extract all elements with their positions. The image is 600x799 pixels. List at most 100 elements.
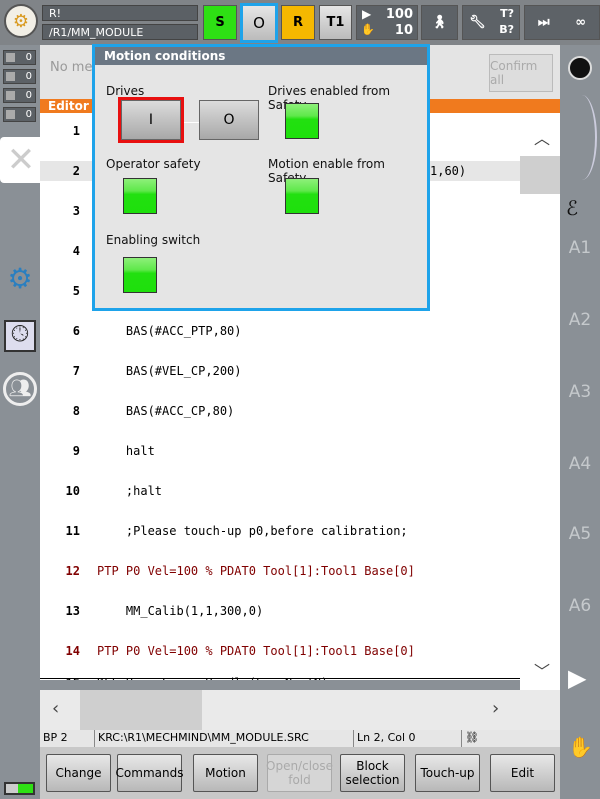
jog-axis-a1[interactable]: A1 <box>560 238 600 258</box>
play-icon: ▶ <box>362 7 372 21</box>
jog-coordinate-icon[interactable]: ℰ <box>566 196 578 220</box>
walking-person-icon: 🚶︎ <box>431 15 448 30</box>
start-play-icon[interactable]: ▶ <box>568 664 586 692</box>
tool-base-button[interactable]: 🔧︎ T? B? <box>462 5 520 40</box>
code-line[interactable]: 8 BAS(#ACC_CP,80) <box>40 401 520 421</box>
globe-icon[interactable] <box>568 56 592 80</box>
code-line[interactable]: 12 PTP P0 Vel=100 % PDAT0 Tool[1]:Tool1 B… <box>40 561 520 581</box>
line-number: 14 <box>65 644 80 658</box>
motion-conditions-popup: Motion conditions Drives I O Drives enab… <box>92 44 430 311</box>
jog-axis-a6[interactable]: A6 <box>560 596 600 616</box>
scroll-thumb[interactable] <box>520 156 560 194</box>
close-editor-button[interactable]: ✕ <box>0 137 42 183</box>
operator-safety-led <box>123 178 157 214</box>
jog-axis-a4[interactable]: A4 <box>560 454 600 474</box>
line-text: PTP P0 Vel=100 % PDAT0 Tool[1]:Tool1 Bas… <box>97 564 415 578</box>
softkey-block-selection[interactable]: Block selection <box>340 754 405 792</box>
coordinate-arc-icon[interactable] <box>567 95 597 180</box>
jog-axis-a5[interactable]: A5 <box>560 524 600 544</box>
jog-override: 10 <box>394 23 413 38</box>
enabling-switch-led <box>123 257 157 293</box>
drives-status-button[interactable]: O <box>240 3 278 43</box>
operating-mode-button[interactable]: T1 <box>319 5 352 40</box>
program-name[interactable]: /R1/MM_MODULE <box>42 24 198 40</box>
line-text: ;Please touch-up p0,before calibration; <box>97 524 408 538</box>
tool-icon: 🔧︎ <box>469 15 486 30</box>
program-override: 100 <box>385 7 413 22</box>
line-text: BAS(#VEL_CP,200) <box>97 364 242 378</box>
line-text: MM_Calib(1,1,300,0) <box>97 604 264 618</box>
softkey-motion[interactable]: Motion <box>193 754 258 792</box>
code-line[interactable]: 13 MM_Calib(1,1,300,0) <box>40 601 520 621</box>
tool-label: T? <box>500 7 514 20</box>
horizontal-scrollbar[interactable]: ‹ › <box>40 690 560 730</box>
dialog-message-counter[interactable]: 0 <box>3 107 36 122</box>
jog-mode-button[interactable]: 🚶︎ <box>421 5 458 40</box>
softkey-commands[interactable]: Commands <box>116 754 183 792</box>
popup-title: Motion conditions <box>95 47 427 65</box>
battery-icon <box>4 782 35 795</box>
settings-gear-icon[interactable]: ⚙ <box>4 262 36 295</box>
override-button[interactable]: ▶ 100 ✋ 10 <box>356 5 418 40</box>
code-line[interactable]: 11 ;Please touch-up p0,before calibratio… <box>40 521 520 541</box>
base-label: B? <box>499 23 514 36</box>
line-number: 3 <box>72 204 80 218</box>
line-number: 13 <box>65 604 80 618</box>
submit-status-button[interactable]: S <box>203 5 237 40</box>
hscroll-thumb[interactable] <box>80 690 202 730</box>
line-text: halt <box>97 444 155 458</box>
softkey-edit[interactable]: Edit <box>490 754 555 792</box>
line-number: 2 <box>72 164 80 178</box>
users-icon[interactable]: 👥︎ <box>3 372 37 406</box>
drives-safety-led <box>285 103 319 139</box>
link-icon: ⛓ <box>465 731 479 744</box>
code-line[interactable]: 9 halt <box>40 441 520 461</box>
warning-message-counter[interactable]: 0 <box>3 69 36 84</box>
softkey-open-close-fold[interactable]: Open/close fold <box>266 754 333 792</box>
kuka-logo-button[interactable]: ⚙ <box>4 4 38 38</box>
jog-hand-icon[interactable]: ✋ <box>568 735 593 759</box>
line-number: 10 <box>65 484 80 498</box>
confirm-all-button[interactable]: Confirm all <box>489 54 553 92</box>
line-number: 5 <box>72 284 80 298</box>
line-number: 6 <box>72 324 80 338</box>
run-mode-button[interactable]: ⏭ ∞ <box>524 5 600 40</box>
line-text: BAS(#ACC_PTP,80) <box>97 324 242 338</box>
info-message-counter[interactable]: 0 <box>3 88 36 103</box>
vertical-scrollbar[interactable]: ︿ ﹀ <box>520 113 560 690</box>
drives-on-button[interactable]: I <box>121 100 181 140</box>
scroll-left-icon[interactable]: ‹ <box>52 698 59 719</box>
code-line[interactable]: 7 BAS(#VEL_CP,200) <box>40 361 520 381</box>
robot-name[interactable]: R! <box>42 5 198 21</box>
line-text: 1,60) <box>430 164 467 178</box>
jog-axis-a3[interactable]: A3 <box>560 382 600 402</box>
jog-hand-icon: ✋ <box>361 23 375 36</box>
line-number: 4 <box>72 244 80 258</box>
drives-off-button[interactable]: O <box>199 100 259 140</box>
scroll-right-icon[interactable]: › <box>492 698 499 719</box>
robot-interpreter-button[interactable]: R <box>281 5 315 40</box>
line-number: 12 <box>65 564 80 578</box>
line-text: ;halt <box>97 484 163 498</box>
softkey-change[interactable]: Change <box>46 754 111 792</box>
line-number: 9 <box>72 444 80 458</box>
line-text: PTP P0 Vel=100 % PDAT0 Tool[1]:Tool1 Bas… <box>97 644 415 658</box>
divider <box>40 678 520 679</box>
jog-axis-a2[interactable]: A2 <box>560 310 600 330</box>
code-line[interactable]: 6 BAS(#ACC_PTP,80) <box>40 321 520 341</box>
scroll-down-icon[interactable]: ﹀ <box>534 658 550 682</box>
line-text: BAS(#ACC_CP,80) <box>97 404 235 418</box>
drives-label: Drives <box>106 84 145 98</box>
run-mode-value: ∞ <box>575 15 587 30</box>
status-bar: BP 2 KRC:\R1\MECHMIND\MM_MODULE.SRC Ln 2… <box>40 730 560 747</box>
line-number: 7 <box>72 364 80 378</box>
enabling-switch-label: Enabling switch <box>106 233 201 247</box>
clock-icon[interactable]: 🕓︎ <box>4 320 36 352</box>
line-number: 11 <box>65 524 80 538</box>
softkey-touch-up[interactable]: Touch-up <box>415 754 480 792</box>
code-line[interactable]: 14 PTP P0 Vel=100 % PDAT0 Tool[1]:Tool1 B… <box>40 641 520 661</box>
motion-enable-led <box>285 178 319 214</box>
error-message-counter[interactable]: 0 <box>3 50 36 65</box>
scroll-up-icon[interactable]: ︿ <box>534 125 550 149</box>
code-line[interactable]: 10 ;halt <box>40 481 520 501</box>
